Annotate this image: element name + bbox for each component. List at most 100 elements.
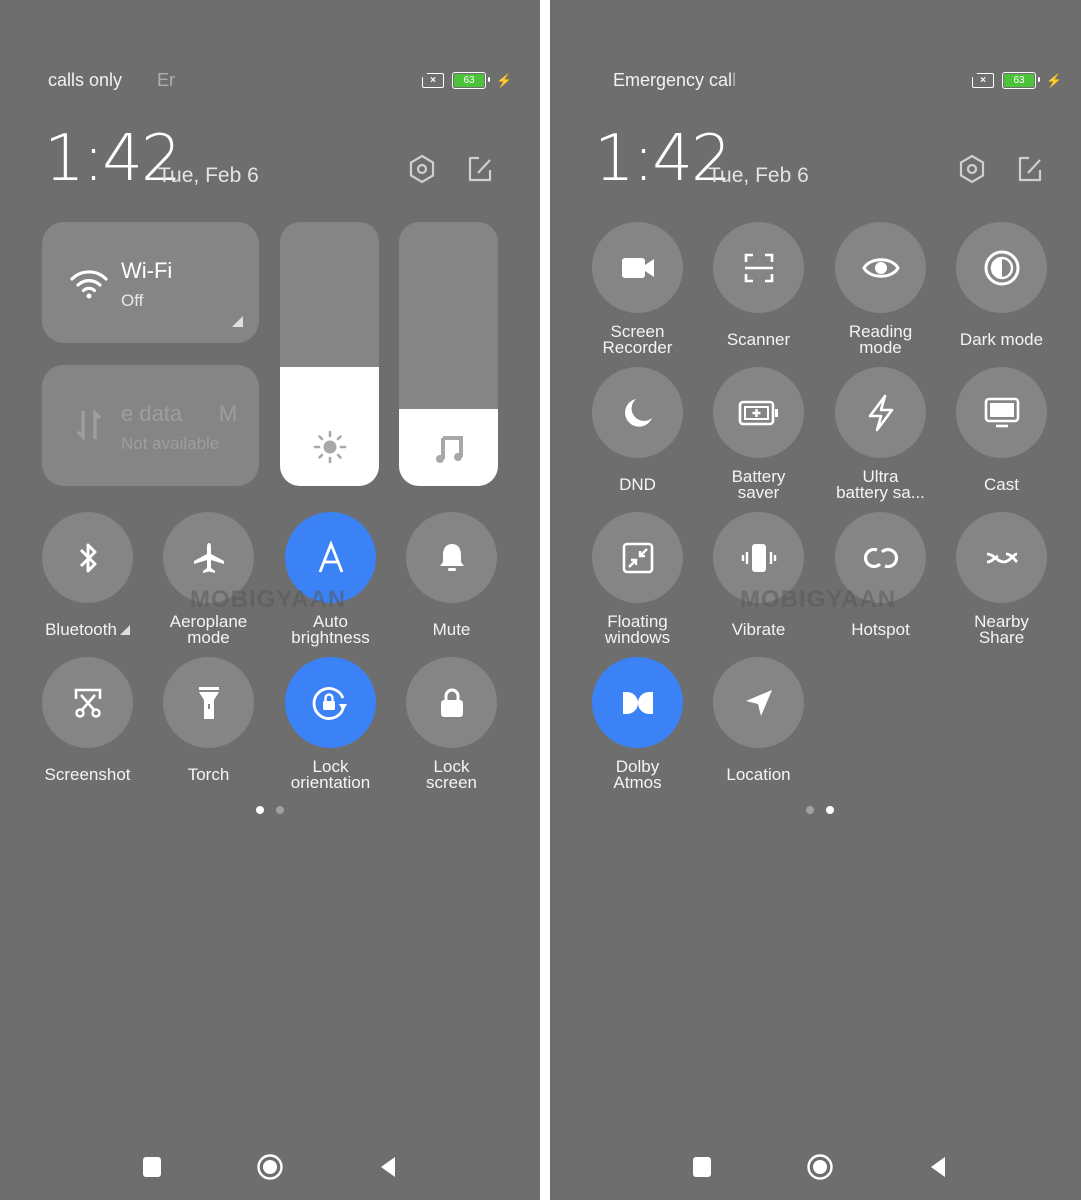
page-dot[interactable] — [276, 806, 284, 814]
toggle-button[interactable] — [835, 222, 926, 313]
toggle-monitor[interactable]: Cast — [941, 367, 1062, 502]
expand-corner-icon[interactable] — [119, 625, 130, 635]
moon-icon — [621, 396, 655, 430]
toggle-button[interactable] — [713, 367, 804, 458]
auto-brightness-icon — [314, 540, 348, 575]
watermark: MOBIGYAAN — [190, 586, 347, 613]
battery-level: 63 — [454, 74, 484, 87]
clock-date: Tue, Feb 6 — [708, 164, 809, 187]
toggle-label: Aeroplane mode — [169, 612, 248, 647]
toggle-button[interactable] — [42, 657, 133, 748]
charging-icon: ⚡ — [1046, 72, 1063, 88]
lock-rotation-icon — [310, 684, 352, 722]
toggle-scanner[interactable]: Scanner — [698, 222, 819, 357]
charging-icon: ⚡ — [496, 72, 513, 88]
lock-icon — [438, 686, 466, 720]
toggle-label: Torch — [187, 765, 230, 784]
edit-icon[interactable] — [1015, 154, 1045, 184]
location-icon — [743, 687, 775, 719]
watermark: MOBIGYAAN — [740, 586, 897, 613]
page-dot[interactable] — [256, 806, 264, 814]
toggle-moon[interactable]: DND — [577, 367, 698, 502]
settings-icon[interactable] — [957, 154, 987, 184]
brightness-slider-fill — [280, 367, 379, 486]
toggle-button[interactable] — [592, 512, 683, 603]
toggle-button[interactable] — [713, 222, 804, 313]
page-indicator — [256, 806, 284, 814]
toggle-lightning[interactable]: Ultra battery sa... — [820, 367, 941, 502]
toggle-button[interactable] — [285, 657, 376, 748]
mobile-data-icon — [76, 408, 102, 446]
toggle-lock-rotation[interactable]: Lock orientation — [270, 657, 391, 792]
volume-slider[interactable] — [399, 222, 498, 486]
toggle-button[interactable] — [956, 367, 1047, 458]
toggle-label: Auto brightness — [291, 612, 370, 647]
back-button[interactable] — [373, 1152, 403, 1182]
toggle-button[interactable] — [592, 222, 683, 313]
toggle-lock[interactable]: Lock screen — [391, 657, 512, 792]
toggle-dark-mode[interactable]: Dark mode — [941, 222, 1062, 357]
toggle-button[interactable] — [956, 222, 1047, 313]
video-camera-icon — [621, 256, 655, 280]
page-dot[interactable] — [826, 806, 834, 814]
toggle-bluetooth[interactable]: Bluetooth — [27, 512, 148, 647]
toggle-button[interactable] — [42, 512, 133, 603]
wifi-tile-title: Wi-Fi — [121, 258, 173, 283]
brightness-slider[interactable] — [280, 222, 379, 486]
floating-window-icon — [622, 542, 654, 574]
recents-button[interactable] — [687, 1152, 717, 1182]
toggle-button[interactable] — [956, 512, 1047, 603]
toggle-label: Floating windows — [604, 612, 671, 647]
back-button[interactable] — [923, 1152, 953, 1182]
toggle-button[interactable] — [713, 657, 804, 748]
toggle-label: Bluetooth — [27, 613, 148, 647]
dark-mode-icon — [983, 249, 1021, 287]
toggle-label: Screenshot — [44, 765, 131, 784]
vibrate-icon — [741, 542, 777, 574]
toggle-label: Screen Recorder — [602, 322, 673, 357]
expand-corner-icon[interactable] — [232, 316, 243, 327]
torch-icon — [196, 685, 222, 721]
page-indicator — [806, 806, 834, 814]
control-center-page-2: Emergency call × 63 ⚡ 1:42 Tue, Feb 6 Sc… — [550, 0, 1081, 1200]
toggle-torch[interactable]: Torch — [148, 657, 269, 792]
screenshot-icon — [72, 687, 104, 719]
toggle-button[interactable] — [592, 367, 683, 458]
home-button[interactable] — [805, 1152, 835, 1182]
wifi-tile-status: Off — [121, 291, 144, 310]
wifi-tile[interactable]: Wi-Fi Off — [42, 222, 259, 343]
recents-button[interactable] — [137, 1152, 167, 1182]
toggle-battery-saver[interactable]: Battery saver — [698, 367, 819, 502]
mobile-data-tile[interactable]: e data M Not available — [42, 365, 259, 486]
toggle-label: Battery saver — [731, 467, 786, 502]
toggle-button[interactable] — [835, 367, 926, 458]
eye-icon — [861, 255, 900, 281]
toggle-auto-brightness[interactable]: Auto brightness — [270, 512, 391, 647]
toggle-screenshot[interactable]: Screenshot — [27, 657, 148, 792]
toggle-label: DND — [619, 475, 656, 494]
toggle-airplane[interactable]: Aeroplane mode — [148, 512, 269, 647]
home-button[interactable] — [255, 1152, 285, 1182]
toggle-location[interactable]: Location — [698, 657, 819, 792]
toggle-dolby[interactable]: Dolby Atmos — [577, 657, 698, 792]
edit-icon[interactable] — [465, 154, 495, 184]
battery-level: 63 — [1004, 74, 1034, 87]
toggle-floating-window[interactable]: Floating windows — [577, 512, 698, 647]
toggle-label: Dark mode — [959, 330, 1044, 349]
toggle-eye[interactable]: Reading mode — [820, 222, 941, 357]
toggle-hotspot[interactable]: Hotspot — [820, 512, 941, 647]
toggle-button[interactable] — [406, 657, 497, 748]
no-sim-icon: × — [972, 73, 994, 88]
music-note-icon — [399, 434, 498, 464]
toggle-button[interactable] — [163, 657, 254, 748]
toggle-vibrate[interactable]: Vibrate — [698, 512, 819, 647]
system-status-icons: × 63 ⚡ — [422, 72, 512, 89]
settings-icon[interactable] — [407, 154, 437, 184]
toggle-nearby-share[interactable]: Nearby Share — [941, 512, 1062, 647]
toggle-button[interactable] — [406, 512, 497, 603]
toggle-button[interactable] — [592, 657, 683, 748]
toggle-bell[interactable]: Mute — [391, 512, 512, 647]
page-dot[interactable] — [806, 806, 814, 814]
toggle-label: Cast — [984, 475, 1019, 494]
toggle-video-camera[interactable]: Screen Recorder — [577, 222, 698, 357]
